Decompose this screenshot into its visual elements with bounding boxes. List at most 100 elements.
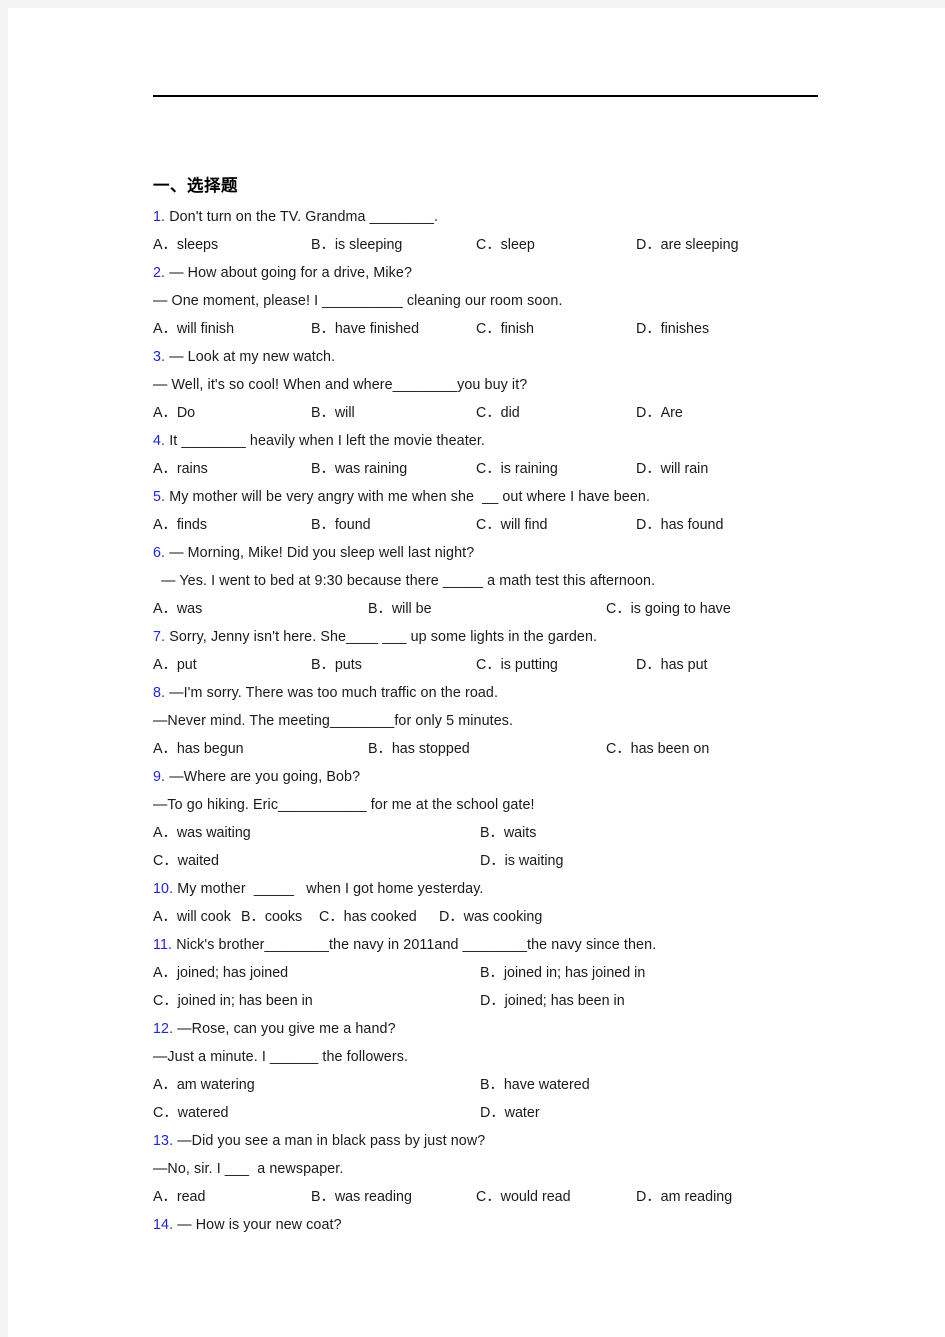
option-d[interactable]: D．joined; has been in <box>480 987 625 1015</box>
question-stem-cont: —No, sir. I ___ a newspaper. <box>153 1160 344 1177</box>
option-a[interactable]: A．finds <box>153 511 311 539</box>
header-rule <box>153 95 818 97</box>
option-d[interactable]: D．are sleeping <box>636 231 739 259</box>
question-stem: 4. It ________ heavily when I left the m… <box>153 427 853 455</box>
option-a[interactable]: A．will finish <box>153 315 311 343</box>
option-a[interactable]: A．rains <box>153 455 311 483</box>
question-number: 7. <box>153 628 166 645</box>
option-c[interactable]: C．sleep <box>476 231 636 259</box>
option-c[interactable]: C．has been on <box>606 735 709 763</box>
option-row: A．Do B．will C．did D．Are <box>153 399 853 427</box>
question-text: —Did you see a man in black pass by just… <box>173 1132 486 1149</box>
question-stem-cont: —Just a minute. I ______ the followers. <box>153 1048 409 1065</box>
option-c[interactable]: C．would read <box>476 1183 636 1211</box>
option-c[interactable]: C．will find <box>476 511 636 539</box>
option-b[interactable]: B．will <box>311 399 476 427</box>
question-text: —Rose, can you give me a hand? <box>173 1020 396 1037</box>
option-b[interactable]: B．cooks <box>241 903 319 931</box>
option-d[interactable]: D．has found <box>636 511 723 539</box>
option-d[interactable]: D．was cooking <box>439 903 542 931</box>
question-number: 4. <box>153 432 166 449</box>
option-a[interactable]: A．read <box>153 1183 311 1211</box>
question-stem: 12. —Rose, can you give me a hand? <box>153 1015 853 1043</box>
option-b[interactable]: B．waits <box>480 819 536 847</box>
question-stem: 10. My mother _____ when I got home yest… <box>153 875 853 903</box>
option-row: A．will finish B．have finished C．finish D… <box>153 315 853 343</box>
option-b[interactable]: B．have finished <box>311 315 476 343</box>
option-row: A．joined; has joined B．joined in; has jo… <box>153 959 853 987</box>
document-page: 一、选择题 1. Don't turn on the TV. Grandma _… <box>8 8 945 1337</box>
option-c[interactable]: C．did <box>476 399 636 427</box>
option-d[interactable]: D．am reading <box>636 1183 732 1211</box>
option-row: A．was waiting B．waits <box>153 819 853 847</box>
question-text: —Where are you going, Bob? <box>165 768 361 785</box>
question-stem: 8. —I'm sorry. There was too much traffi… <box>153 679 853 707</box>
question-number: 9. <box>153 768 166 785</box>
option-c[interactable]: C．waited <box>153 847 480 875</box>
option-b[interactable]: B．was reading <box>311 1183 476 1211</box>
option-c[interactable]: C．watered <box>153 1099 480 1127</box>
question-text: Don't turn on the TV. Grandma ________. <box>165 208 439 225</box>
question-stem: 5. My mother will be very angry with me … <box>153 483 853 511</box>
question-stem: 7. Sorry, Jenny isn't here. She____ ___ … <box>153 623 853 651</box>
option-b[interactable]: B．is sleeping <box>311 231 476 259</box>
question-stem: 2. — How about going for a drive, Mike? <box>153 259 853 287</box>
option-b[interactable]: B．found <box>311 511 476 539</box>
option-b[interactable]: B．have watered <box>480 1071 590 1099</box>
question-number: 12. <box>153 1020 174 1037</box>
question-text: — How is your new coat? <box>173 1216 342 1233</box>
option-b[interactable]: B．was raining <box>311 455 476 483</box>
question-number: 5. <box>153 488 166 505</box>
option-c[interactable]: C．joined in; has been in <box>153 987 480 1015</box>
option-row: C．waited D．is waiting <box>153 847 853 875</box>
option-c[interactable]: C．finish <box>476 315 636 343</box>
option-a[interactable]: A．has begun <box>153 735 368 763</box>
question-stem: 11. Nick's brother________the navy in 20… <box>153 931 853 959</box>
question-text: — Look at my new watch. <box>165 348 336 365</box>
question-stem: 9. —Where are you going, Bob? <box>153 763 853 791</box>
option-row: A．will cook B．cooks C．has cooked D．was c… <box>153 903 853 931</box>
option-c[interactable]: C．is going to have <box>606 595 731 623</box>
option-a[interactable]: A．put <box>153 651 311 679</box>
document-body: 一、选择题 1. Don't turn on the TV. Grandma _… <box>153 176 853 1239</box>
option-row: A．put B．puts C．is putting D．has put <box>153 651 853 679</box>
option-b[interactable]: B．joined in; has joined in <box>480 959 645 987</box>
question-stem: 6. — Morning, Mike! Did you sleep well l… <box>153 539 853 567</box>
option-a[interactable]: A．was <box>153 595 368 623</box>
option-d[interactable]: D．Are <box>636 399 683 427</box>
question-stem-cont: —Never mind. The meeting________for only… <box>153 712 514 729</box>
option-a[interactable]: A．sleeps <box>153 231 311 259</box>
option-a[interactable]: A．joined; has joined <box>153 959 480 987</box>
option-c[interactable]: C．is putting <box>476 651 636 679</box>
option-row: A．finds B．found C．will find D．has found <box>153 511 853 539</box>
option-b[interactable]: B．puts <box>311 651 476 679</box>
option-row: C．joined in; has been in D．joined; has b… <box>153 987 853 1015</box>
option-a[interactable]: A．will cook <box>153 903 241 931</box>
question-text: It ________ heavily when I left the movi… <box>165 432 485 449</box>
option-b[interactable]: B．will be <box>368 595 606 623</box>
question-number: 3. <box>153 348 166 365</box>
question-text: Sorry, Jenny isn't here. She____ ___ up … <box>165 628 598 645</box>
option-row: C．watered D．water <box>153 1099 853 1127</box>
option-row: A．am watering B．have watered <box>153 1071 853 1099</box>
question-number: 8. <box>153 684 166 701</box>
option-d[interactable]: D．water <box>480 1099 540 1127</box>
option-d[interactable]: D．is waiting <box>480 847 563 875</box>
option-a[interactable]: A．was waiting <box>153 819 480 847</box>
option-a[interactable]: A．am watering <box>153 1071 480 1099</box>
question-number: 10. <box>153 880 174 897</box>
option-d[interactable]: D．will rain <box>636 455 708 483</box>
option-d[interactable]: D．has put <box>636 651 708 679</box>
option-row: A．rains B．was raining C．is raining D．wil… <box>153 455 853 483</box>
option-row: A．was B．will be C．is going to have <box>153 595 853 623</box>
option-d[interactable]: D．finishes <box>636 315 709 343</box>
option-a[interactable]: A．Do <box>153 399 311 427</box>
option-row: A．has begun B．has stopped C．has been on <box>153 735 853 763</box>
question-number: 13. <box>153 1132 174 1149</box>
question-text: My mother _____ when I got home yesterda… <box>173 880 484 897</box>
option-b[interactable]: B．has stopped <box>368 735 606 763</box>
option-c[interactable]: C．has cooked <box>319 903 439 931</box>
question-stem: 14. — How is your new coat? <box>153 1211 853 1239</box>
option-c[interactable]: C．is raining <box>476 455 636 483</box>
question-stem-cont: —To go hiking. Eric___________ for me at… <box>153 796 535 813</box>
